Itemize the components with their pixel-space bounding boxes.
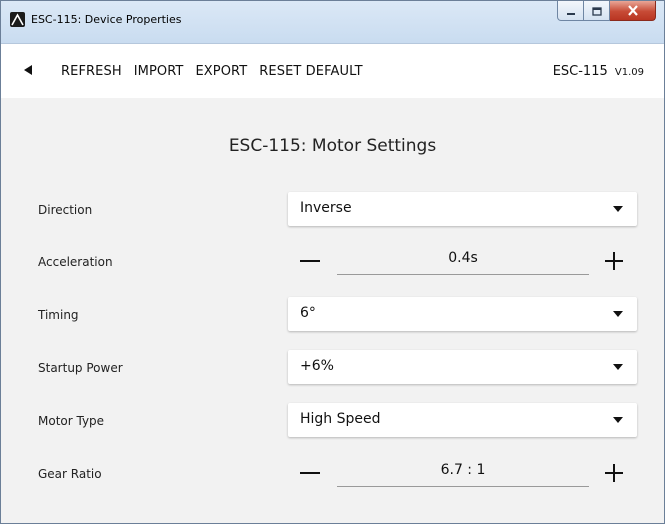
motor-type-label: Motor Type: [38, 414, 105, 428]
reset-default-button[interactable]: RESET DEFAULT: [259, 64, 362, 79]
acceleration-value: 0.4s: [448, 250, 478, 266]
minus-icon: [300, 260, 320, 262]
gear-ratio-stepper: 6.7 : 1: [288, 456, 637, 490]
acceleration-decrement-button[interactable]: [294, 248, 326, 274]
motor-settings-panel: ESC-115: Motor Settings Direction Invers…: [1, 98, 664, 523]
timing-label: Timing: [38, 308, 79, 322]
section-title: ESC-115: Motor Settings: [228, 136, 437, 156]
back-button[interactable]: [15, 58, 41, 84]
close-button[interactable]: [610, 1, 656, 21]
direction-select[interactable]: Inverse: [288, 192, 637, 226]
direction-label: Direction: [38, 203, 93, 217]
gear-ratio-increment-button[interactable]: [603, 462, 625, 484]
chevron-down-icon: [613, 311, 623, 317]
mountain-logo-icon: [10, 12, 25, 27]
device-tag: ESC-115 V1.09: [553, 64, 644, 79]
chevron-down-icon: [613, 206, 623, 212]
startup-power-select[interactable]: +6%: [288, 350, 637, 384]
chevron-down-icon: [613, 364, 623, 370]
maximize-icon: [591, 1, 602, 20]
startup-power-value: +6%: [300, 358, 334, 374]
device-properties-window: ESC-115: Device Properties REFRESH IMPOR…: [0, 0, 665, 524]
minus-icon: [300, 472, 320, 474]
acceleration-stepper: 0.4s: [288, 244, 637, 278]
export-button[interactable]: EXPORT: [195, 64, 247, 79]
acceleration-field[interactable]: 0.4s: [337, 248, 589, 275]
chevron-down-icon: [613, 417, 623, 423]
acceleration-label: Acceleration: [38, 255, 113, 269]
motor-type-select[interactable]: High Speed: [288, 403, 637, 437]
toolbar: REFRESH IMPORT EXPORT RESET DEFAULT ESC-…: [1, 44, 664, 98]
maximize-button[interactable]: [584, 1, 610, 21]
minimize-icon: [566, 1, 576, 20]
timing-select[interactable]: 6°: [288, 297, 637, 331]
gear-ratio-value: 6.7 : 1: [440, 462, 486, 478]
motor-type-value: High Speed: [300, 411, 381, 427]
direction-value: Inverse: [300, 200, 352, 216]
window-title: ESC-115: Device Properties: [31, 13, 182, 26]
title-bar[interactable]: ESC-115: Device Properties: [1, 1, 664, 44]
back-arrow-icon: [23, 64, 33, 79]
startup-power-label: Startup Power: [38, 361, 123, 375]
device-version: V1.09: [614, 66, 644, 78]
minimize-button[interactable]: [557, 1, 584, 21]
import-button[interactable]: IMPORT: [134, 64, 184, 79]
refresh-button[interactable]: REFRESH: [61, 64, 122, 79]
acceleration-increment-button[interactable]: [603, 250, 625, 272]
device-name: ESC-115: [552, 63, 608, 79]
gear-ratio-label: Gear Ratio: [38, 467, 102, 481]
close-icon: [627, 1, 639, 20]
window-controls: [557, 1, 656, 21]
gear-ratio-decrement-button[interactable]: [294, 460, 326, 486]
gear-ratio-field[interactable]: 6.7 : 1: [337, 460, 589, 487]
timing-value: 6°: [300, 305, 316, 321]
